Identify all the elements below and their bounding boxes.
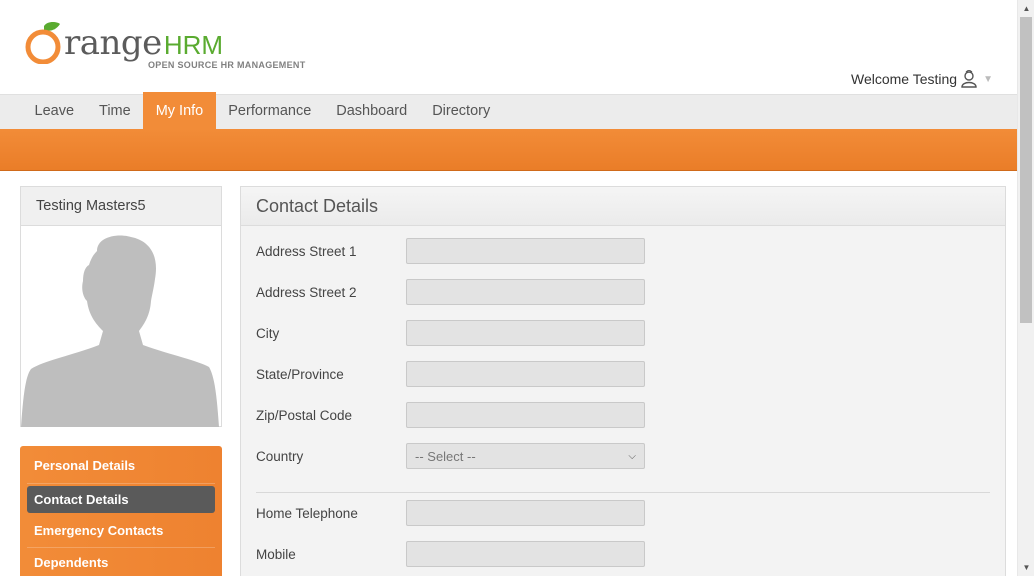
nav-item-leave[interactable]: Leave: [22, 95, 87, 130]
street2-field[interactable]: [406, 279, 645, 305]
country-row: Country -- Select -- ⌵: [256, 443, 656, 479]
scroll-down-arrow-icon[interactable]: ▼: [1018, 559, 1034, 576]
zip-label: Zip/Postal Code: [256, 408, 353, 423]
logo-word-range: range: [64, 23, 162, 63]
zip-row: Zip/Postal Code: [256, 402, 656, 438]
nav-item-dashboard[interactable]: Dashboard: [324, 95, 420, 130]
street2-label: Address Street 2: [256, 285, 357, 300]
mobile-field[interactable]: [406, 541, 645, 567]
mobile-row: Mobile: [256, 541, 656, 576]
scroll-thumb[interactable]: [1020, 17, 1032, 323]
street1-label: Address Street 1: [256, 244, 357, 259]
chevron-down-icon: ⌵: [628, 450, 636, 462]
logo-subtitle: OPEN SOURCE HR MANAGEMENT: [148, 60, 306, 70]
city-field[interactable]: [406, 320, 645, 346]
side-menu: Personal Details Contact Details Emergen…: [20, 446, 222, 576]
orange-logo-icon: [25, 22, 61, 64]
user-icon: [961, 70, 977, 88]
state-row: State/Province: [256, 361, 656, 397]
home-phone-row: Home Telephone: [256, 500, 656, 536]
orangehrm-logo[interactable]: rangeHRM OPEN SOURCE HR MANAGEMENT: [24, 12, 314, 74]
app-window: rangeHRM OPEN SOURCE HR MANAGEMENT Welco…: [0, 0, 1034, 576]
city-row: City: [256, 320, 656, 356]
side-item-emergency-contacts[interactable]: Emergency Contacts: [27, 516, 215, 548]
profile-avatar[interactable]: [21, 227, 221, 427]
home-phone-label: Home Telephone: [256, 506, 358, 521]
city-label: City: [256, 326, 280, 341]
country-select[interactable]: -- Select -- ⌵: [406, 443, 645, 469]
street1-row: Address Street 1: [256, 238, 656, 274]
panel-title: Contact Details: [241, 187, 1005, 226]
main-nav: Leave Time My Info Performance Dashboard…: [0, 92, 1017, 130]
side-item-contact-details[interactable]: Contact Details: [27, 485, 215, 513]
home-phone-field[interactable]: [406, 500, 645, 526]
submenu-bar: [0, 129, 1017, 171]
nav-item-my-info[interactable]: My Info: [143, 92, 216, 130]
chevron-down-icon: ▼: [983, 73, 993, 85]
page-scrollbar[interactable]: ▲ ▼: [1017, 0, 1034, 576]
state-field[interactable]: [406, 361, 645, 387]
country-selected-value: -- Select --: [415, 448, 476, 464]
street2-row: Address Street 2: [256, 279, 656, 315]
section-divider: [256, 492, 990, 493]
mobile-label: Mobile: [256, 547, 296, 562]
profile-name: Testing Masters5: [21, 187, 221, 226]
country-label: Country: [256, 449, 304, 464]
logo-wordmark: rangeHRM: [64, 26, 223, 62]
logo-word-hrm: HRM: [163, 30, 224, 60]
welcome-text: Welcome Testing: [851, 71, 958, 87]
nav-item-performance[interactable]: Performance: [216, 95, 324, 130]
welcome-menu[interactable]: Welcome Testing ▼: [851, 70, 993, 88]
profile-card: Testing Masters5: [20, 186, 222, 427]
contact-details-panel: Contact Details Address Street 1 Address…: [240, 186, 1006, 576]
nav-item-directory[interactable]: Directory: [420, 95, 503, 130]
side-item-personal-details[interactable]: Personal Details: [27, 451, 215, 484]
side-item-dependents[interactable]: Dependents: [27, 548, 215, 576]
state-label: State/Province: [256, 367, 344, 382]
header: rangeHRM OPEN SOURCE HR MANAGEMENT Welco…: [0, 0, 1017, 94]
street1-field[interactable]: [406, 238, 645, 264]
zip-field[interactable]: [406, 402, 645, 428]
nav-item-time[interactable]: Time: [87, 95, 144, 130]
scroll-up-arrow-icon[interactable]: ▲: [1018, 0, 1034, 17]
